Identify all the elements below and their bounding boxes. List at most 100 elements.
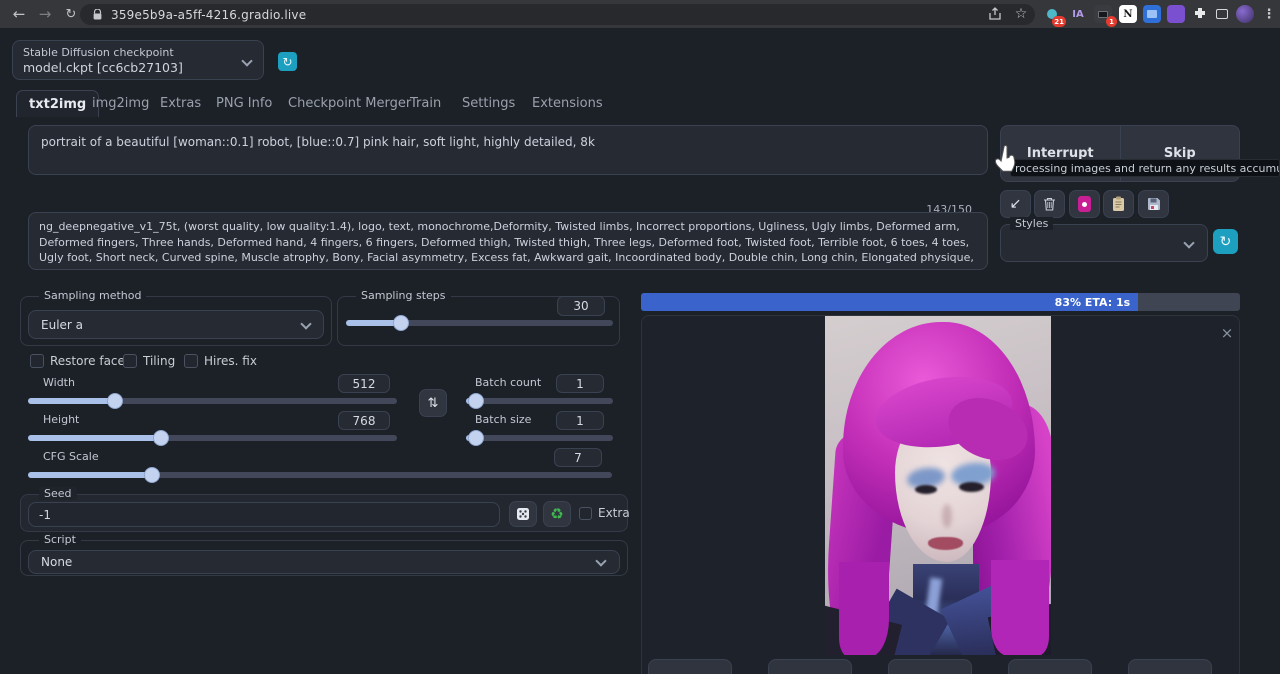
height-group: Height 768 — [20, 413, 404, 447]
script-group: Script None — [20, 540, 628, 576]
seed-group: Seed -1 ♻ Extra — [20, 494, 628, 532]
extension-icon-ia[interactable]: IA — [1069, 5, 1087, 23]
sampling-method-group: Sampling method Euler a — [20, 296, 332, 346]
batch-size-group: Batch size 1 — [458, 413, 620, 447]
prompt-textarea[interactable]: portrait of a beautiful [woman::0.1] rob… — [28, 125, 988, 175]
tab-extensions[interactable]: Extensions — [520, 90, 615, 117]
batch-size-slider[interactable] — [466, 435, 613, 441]
interrupt-tooltip: rocessing images and return any results … — [1010, 159, 1280, 177]
width-label: Width — [38, 376, 80, 389]
width-slider[interactable] — [28, 398, 397, 404]
tab-settings[interactable]: Settings — [450, 90, 527, 117]
back-icon[interactable]: ← — [8, 3, 30, 25]
random-seed-button[interactable] — [509, 501, 537, 527]
mouse-cursor — [993, 144, 1023, 178]
cfg-scale-label: CFG Scale — [38, 450, 104, 463]
lock-icon — [93, 9, 102, 20]
progress-bar: 83% ETA: 1s — [641, 293, 1240, 311]
checkpoint-label: Stable Diffusion checkpoint — [23, 46, 174, 59]
checkpoint-refresh-button[interactable]: ↻ — [278, 52, 297, 71]
extension-icon-1[interactable]: 21 — [1043, 5, 1061, 23]
hires-fix-label: Hires. fix — [204, 354, 257, 368]
sampling-method-dropdown[interactable]: Euler a — [28, 310, 324, 339]
restore-faces-checkbox[interactable] — [30, 354, 44, 368]
batch-count-group: Batch count 1 — [458, 376, 620, 410]
extra-networks-button[interactable] — [1069, 190, 1100, 218]
chevron-down-icon — [300, 318, 311, 329]
extension-icon-purple[interactable] — [1167, 5, 1185, 23]
styles-label: Styles — [1010, 217, 1053, 230]
checkpoint-dropdown[interactable]: Stable Diffusion checkpoint model.ckpt [… — [12, 40, 264, 80]
sampling-steps-label: Sampling steps — [356, 289, 451, 302]
chevron-down-icon — [241, 55, 252, 66]
extension-icon-notion[interactable]: N — [1119, 5, 1137, 23]
height-input[interactable]: 768 — [338, 411, 390, 430]
extra-seed-label: Extra — [598, 506, 630, 520]
close-preview-icon[interactable]: × — [1218, 324, 1236, 342]
result-action-button[interactable] — [648, 659, 732, 674]
result-action-button[interactable] — [1128, 659, 1212, 674]
extensions-puzzle-icon[interactable] — [1191, 5, 1209, 23]
paste-params-button[interactable]: ↙ — [1000, 190, 1031, 218]
styles-refresh-button[interactable]: ↻ — [1213, 229, 1238, 254]
batch-count-input[interactable]: 1 — [556, 374, 604, 393]
height-slider[interactable] — [28, 435, 397, 441]
profile-avatar[interactable] — [1236, 5, 1254, 23]
negative-prompt-textarea[interactable]: ng_deepnegative_v1_75t, (worst quality, … — [28, 212, 988, 270]
width-input[interactable]: 512 — [338, 374, 390, 393]
sampling-steps-group: Sampling steps 30 — [337, 296, 620, 346]
hires-fix-checkbox[interactable] — [184, 354, 198, 368]
sampling-steps-slider[interactable] — [346, 320, 613, 326]
sampling-method-label: Sampling method — [39, 289, 146, 302]
cfg-scale-slider[interactable] — [28, 472, 612, 478]
script-dropdown[interactable]: None — [28, 550, 620, 574]
script-value: None — [41, 555, 72, 569]
tab-png-info[interactable]: PNG Info — [204, 90, 284, 117]
apply-styles-button[interactable] — [1103, 190, 1134, 218]
batch-count-label: Batch count — [470, 376, 546, 389]
prompt-text: portrait of a beautiful [woman::0.1] rob… — [41, 135, 595, 149]
extension-badge-1: 21 — [1052, 16, 1066, 27]
side-panel-icon[interactable] — [1213, 5, 1231, 23]
swap-dimensions-button[interactable]: ⇅ — [419, 389, 447, 417]
batch-count-slider[interactable] — [466, 398, 613, 404]
floppy-icon — [1147, 197, 1161, 211]
extra-seed-checkbox[interactable] — [579, 507, 592, 520]
batch-size-input[interactable]: 1 — [556, 411, 604, 430]
url-text: 359e5b9a-a5ff-4216.gradio.live — [111, 8, 306, 22]
checkpoint-value: model.ckpt [cc6cb27103] — [23, 60, 183, 75]
browser-menu-icon[interactable]: ⋮ — [1260, 5, 1278, 23]
reload-icon[interactable]: ↻ — [60, 3, 82, 25]
result-action-button[interactable] — [768, 659, 852, 674]
stable-diffusion-webui: ← → ↻ 359e5b9a-a5ff-4216.gradio.live ☆ 2… — [0, 0, 1280, 674]
seed-value: -1 — [39, 508, 51, 522]
height-label: Height — [38, 413, 84, 426]
progress-fill: 83% ETA: 1s — [641, 293, 1138, 311]
tiling-checkbox[interactable] — [123, 354, 137, 368]
tab-train[interactable]: Train — [398, 90, 453, 117]
trash-icon — [1043, 197, 1056, 211]
sampling-steps-input[interactable]: 30 — [557, 296, 605, 316]
width-group: Width 512 — [20, 376, 404, 410]
result-action-button[interactable] — [888, 659, 972, 674]
extension-icon-2[interactable]: 1 — [1094, 5, 1112, 23]
bookmark-star-icon[interactable]: ☆ — [1012, 5, 1030, 23]
extension-icon-photos[interactable] — [1143, 5, 1161, 23]
reuse-seed-button[interactable]: ♻ — [543, 501, 571, 527]
result-action-button[interactable] — [1008, 659, 1092, 674]
extension-badge-2: 1 — [1106, 16, 1117, 27]
tiling-label: Tiling — [143, 354, 175, 368]
share-icon[interactable] — [986, 5, 1004, 23]
seed-label: Seed — [39, 487, 77, 500]
batch-size-label: Batch size — [470, 413, 536, 426]
restore-faces-label: Restore faces — [50, 354, 131, 368]
save-style-button[interactable] — [1138, 190, 1169, 218]
negative-prompt-text: ng_deepnegative_v1_75t, (worst quality, … — [39, 220, 974, 270]
seed-input[interactable]: -1 — [28, 502, 500, 527]
cfg-scale-input[interactable]: 7 — [554, 448, 602, 467]
clear-prompt-button[interactable] — [1034, 190, 1065, 218]
generated-image-preview[interactable] — [825, 316, 1051, 655]
address-bar[interactable]: 359e5b9a-a5ff-4216.gradio.live — [80, 4, 1035, 25]
progress-text: 83% ETA: 1s — [1055, 296, 1138, 309]
forward-icon[interactable]: → — [34, 3, 56, 25]
